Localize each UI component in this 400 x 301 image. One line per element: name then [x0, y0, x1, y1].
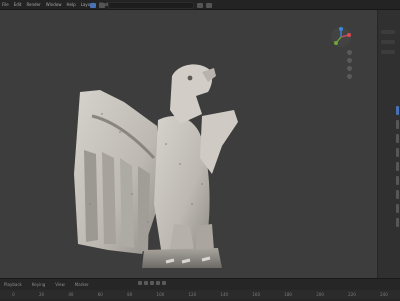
- sidebar-slot: [381, 30, 395, 34]
- menu-item-edit[interactable]: Edit: [14, 0, 22, 9]
- pan-icon[interactable]: [347, 58, 352, 63]
- tab-extra[interactable]: [396, 204, 399, 213]
- transform-orientation-button[interactable]: [99, 3, 105, 8]
- timeline-menu: Playback Keying View Marker: [4, 282, 89, 287]
- tab-view[interactable]: [396, 134, 399, 143]
- menu-item-file[interactable]: File: [2, 0, 9, 9]
- frame-tick: 80: [127, 292, 133, 297]
- menu-item-help[interactable]: Help: [66, 0, 75, 9]
- tab-edit[interactable]: [396, 148, 399, 157]
- zoom-icon[interactable]: [347, 50, 352, 55]
- frame-tick: 240: [380, 292, 388, 297]
- timeline-ruler[interactable]: 0 20 40 60 80 100 120 140 160 180 200 22…: [0, 290, 400, 299]
- tab-extra[interactable]: [396, 176, 399, 185]
- perspective-icon[interactable]: [347, 74, 352, 79]
- viewport-header-tools: [90, 2, 212, 9]
- viewport-search-field[interactable]: [108, 2, 194, 9]
- frame-tick: 40: [68, 292, 74, 297]
- eagle-sculpture-model[interactable]: [62, 54, 262, 274]
- timeline-menu-playback[interactable]: Playback: [4, 282, 22, 287]
- frame-tick: 0: [12, 292, 15, 297]
- navigation-gizmo-icon[interactable]: [330, 26, 352, 48]
- timeline-menu-view[interactable]: View: [55, 282, 65, 287]
- 3d-viewport[interactable]: [0, 10, 378, 278]
- camera-icon[interactable]: [347, 66, 352, 71]
- play-icon[interactable]: [150, 281, 154, 285]
- timeline-panel: Playback Keying View Marker 0 20 40 60 8…: [0, 278, 400, 301]
- viewport-nav-buttons: [347, 50, 352, 79]
- frame-tick: 60: [97, 292, 103, 297]
- frame-tick: 220: [348, 292, 356, 297]
- frame-tick: 20: [38, 292, 45, 297]
- select-mode-button[interactable]: [90, 3, 96, 8]
- playback-controls: [138, 281, 166, 285]
- timeline-menu-keying[interactable]: Keying: [32, 282, 45, 287]
- menu-item-render[interactable]: Render: [26, 0, 40, 9]
- next-key-icon[interactable]: [156, 281, 160, 285]
- frame-tick: 160: [252, 292, 260, 297]
- tab-addon[interactable]: [396, 162, 399, 171]
- sidebar-slot: [381, 50, 395, 54]
- sidebar-slot: [381, 40, 395, 44]
- timeline-menu-marker[interactable]: Marker: [75, 282, 89, 287]
- tab-tool[interactable]: [396, 120, 399, 129]
- tab-extra[interactable]: [396, 190, 399, 199]
- frame-tick: 200: [316, 292, 324, 297]
- top-header-bar: File Edit Render Window Help Layout Mode…: [0, 0, 400, 10]
- n-panel-strip: [377, 10, 400, 278]
- snap-button[interactable]: [197, 3, 203, 8]
- frame-tick: 120: [188, 292, 197, 297]
- jump-end-icon[interactable]: [162, 281, 166, 285]
- frame-tick: 100: [156, 292, 165, 297]
- frame-tick: 180: [284, 292, 292, 297]
- proportional-edit-button[interactable]: [206, 3, 212, 8]
- frame-tick: 140: [220, 292, 229, 297]
- tab-extra[interactable]: [396, 218, 399, 227]
- jump-start-icon[interactable]: [138, 281, 142, 285]
- tab-item[interactable]: [396, 106, 399, 115]
- prev-key-icon[interactable]: [144, 281, 148, 285]
- menu-item-window[interactable]: Window: [46, 0, 62, 9]
